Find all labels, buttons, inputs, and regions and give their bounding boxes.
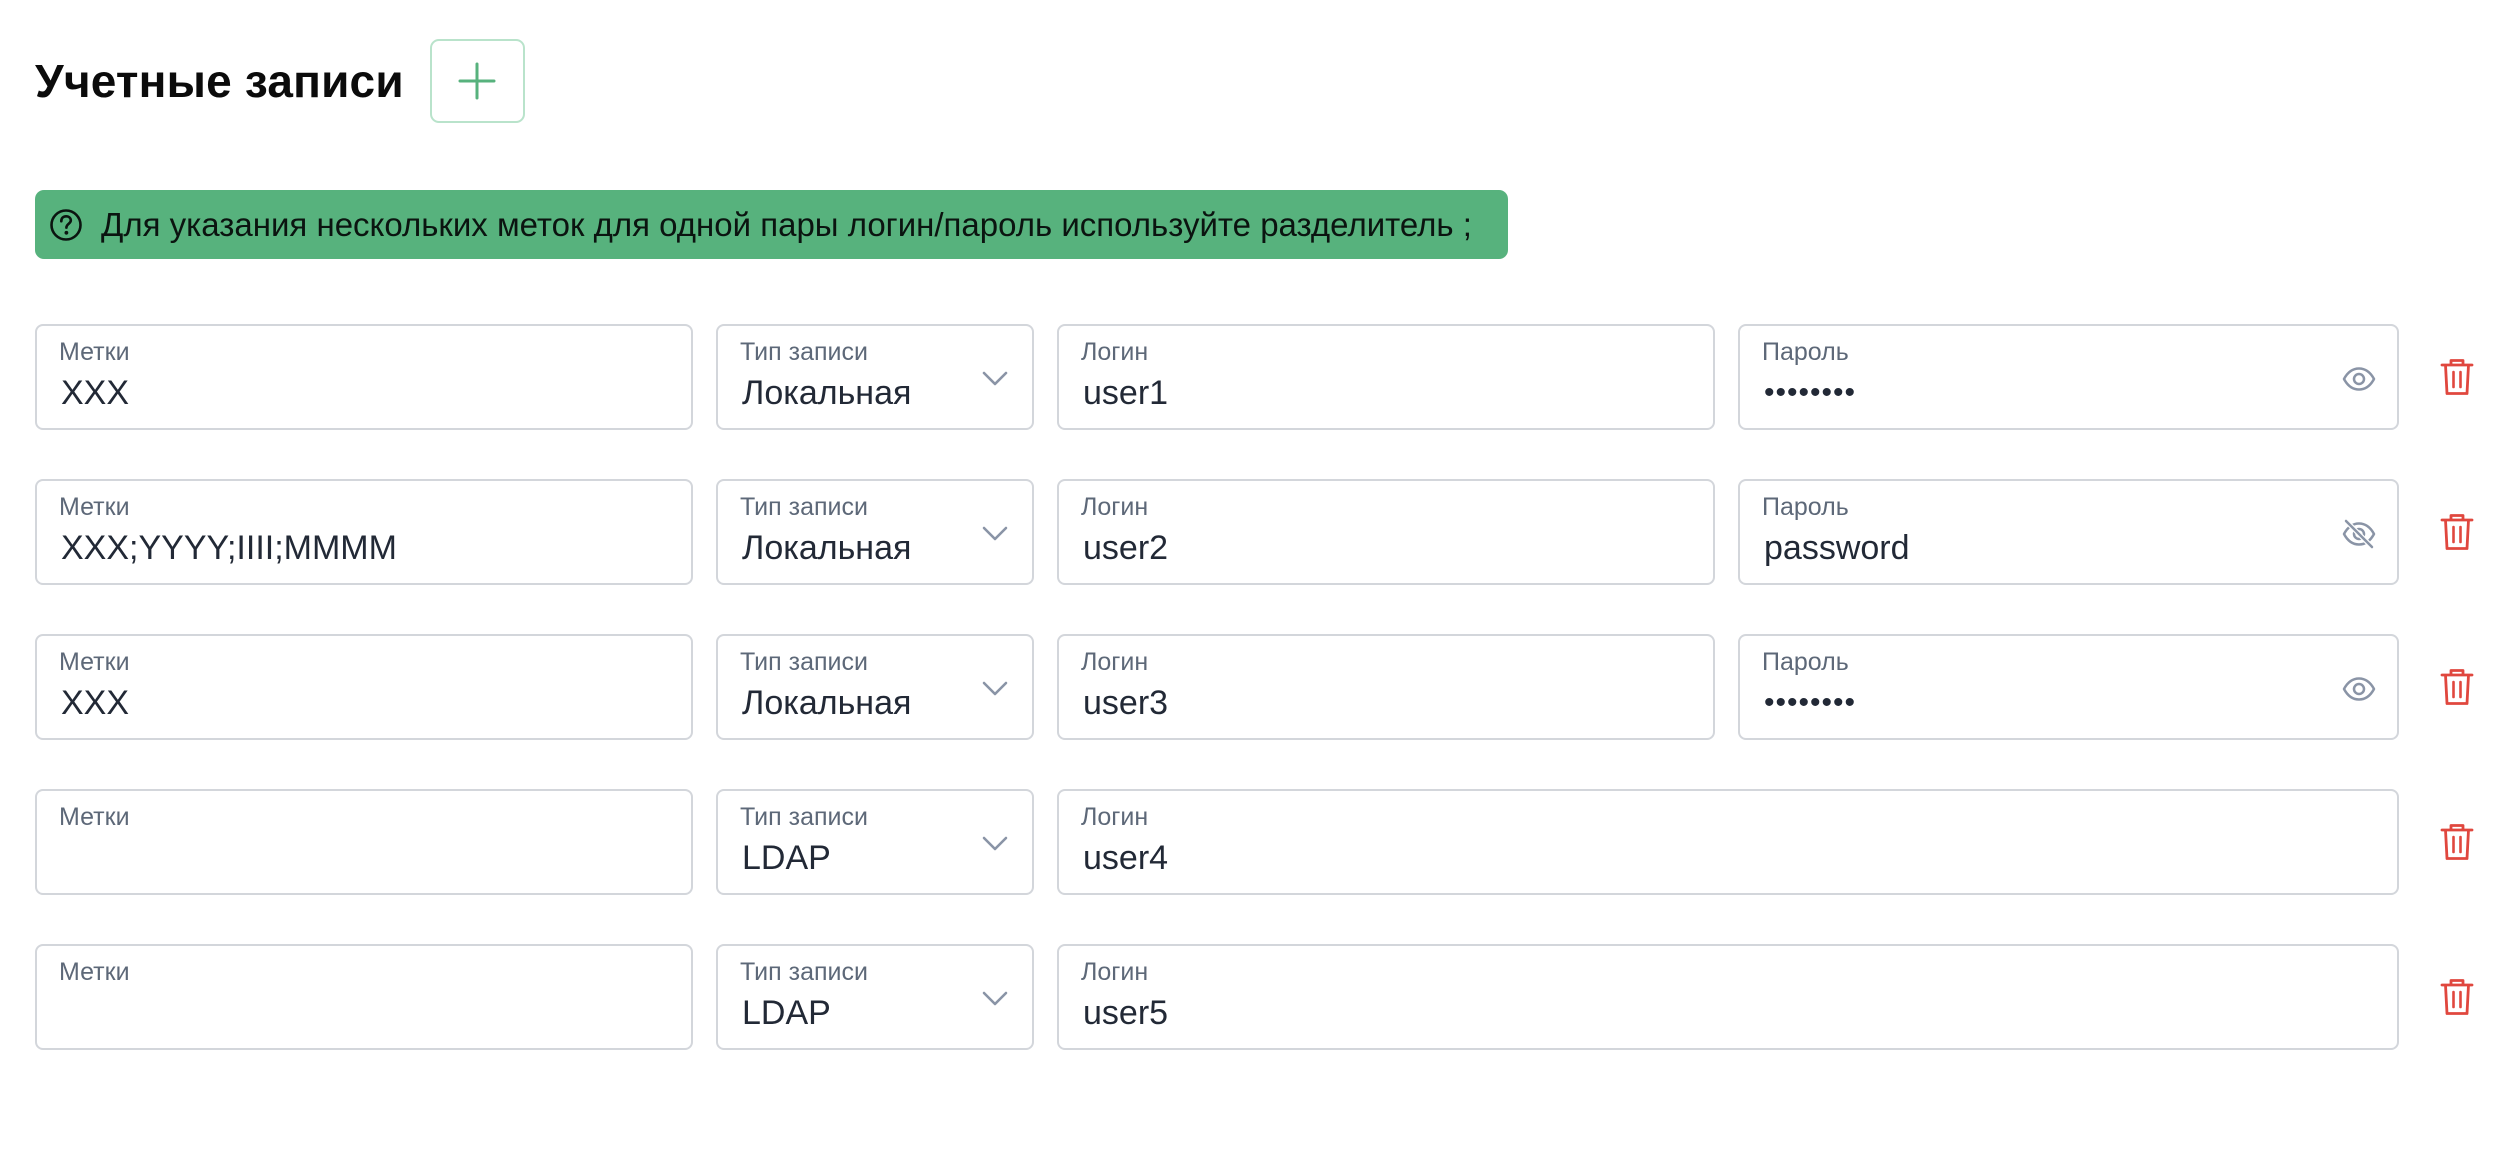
- eye-off-icon[interactable]: [2341, 516, 2377, 552]
- tags-field[interactable]: Метки: [35, 944, 693, 1050]
- password-field[interactable]: Пароль ••••••••: [1738, 324, 2399, 430]
- type-label: Тип записи: [740, 493, 868, 521]
- login-value[interactable]: user2: [1083, 529, 1168, 568]
- type-value[interactable]: Локальная: [742, 374, 911, 413]
- question-circle-icon: [50, 208, 82, 241]
- type-label: Тип записи: [740, 958, 868, 986]
- type-select[interactable]: Тип записи LDAP: [716, 944, 1034, 1050]
- password-label: Пароль: [1762, 493, 1849, 521]
- tags-field[interactable]: Метки XXX: [35, 634, 693, 740]
- tags-field[interactable]: Метки XXX;YYYY;IIII;MMMM: [35, 479, 693, 585]
- type-value[interactable]: LDAP: [742, 839, 831, 878]
- trash-icon[interactable]: [2440, 512, 2474, 552]
- type-value[interactable]: Локальная: [742, 684, 911, 723]
- type-label: Тип записи: [740, 338, 868, 366]
- login-label: Логин: [1081, 338, 1149, 366]
- login-value[interactable]: user1: [1083, 374, 1168, 413]
- type-select[interactable]: Тип записи LDAP: [716, 789, 1034, 895]
- login-field[interactable]: Логин user2: [1057, 479, 1715, 585]
- tags-value[interactable]: XXX: [61, 684, 129, 723]
- account-row: Метки XXX Тип записи Локальная Логин use…: [35, 634, 2475, 740]
- chevron-down-icon[interactable]: [980, 518, 1010, 548]
- tags-value[interactable]: XXX: [61, 374, 129, 413]
- type-select[interactable]: Тип записи Локальная: [716, 324, 1034, 430]
- type-value[interactable]: LDAP: [742, 994, 831, 1033]
- tags-field[interactable]: Метки XXX: [35, 324, 693, 430]
- trash-icon[interactable]: [2440, 822, 2474, 862]
- login-value[interactable]: user4: [1083, 839, 1168, 878]
- login-field[interactable]: Логин user3: [1057, 634, 1715, 740]
- password-value[interactable]: password: [1764, 529, 1910, 568]
- hint-banner: Для указания нескольких меток для одной …: [35, 190, 1508, 259]
- tags-label: Метки: [59, 648, 130, 676]
- type-value[interactable]: Локальная: [742, 529, 911, 568]
- login-label: Логин: [1081, 958, 1149, 986]
- chevron-down-icon[interactable]: [980, 363, 1010, 393]
- trash-icon[interactable]: [2440, 977, 2474, 1017]
- type-select[interactable]: Тип записи Локальная: [716, 479, 1034, 585]
- account-row: Метки Тип записи LDAP Логин user5: [35, 944, 2475, 1050]
- page-title: Учетные записи: [35, 55, 404, 107]
- tags-label: Метки: [59, 493, 130, 521]
- chevron-down-icon[interactable]: [980, 673, 1010, 703]
- login-value[interactable]: user3: [1083, 684, 1168, 723]
- account-row: Метки XXX Тип записи Локальная Логин use…: [35, 324, 2475, 430]
- tags-label: Метки: [59, 338, 130, 366]
- login-field[interactable]: Логин user4: [1057, 789, 2399, 895]
- login-field[interactable]: Логин user1: [1057, 324, 1715, 430]
- tags-field[interactable]: Метки: [35, 789, 693, 895]
- add-account-button[interactable]: [429, 39, 525, 123]
- chevron-down-icon[interactable]: [980, 983, 1010, 1013]
- type-label: Тип записи: [740, 803, 868, 831]
- login-label: Логин: [1081, 648, 1149, 676]
- password-field[interactable]: Пароль ••••••••: [1738, 634, 2399, 740]
- account-row: Метки Тип записи LDAP Логин user4: [35, 789, 2475, 895]
- login-field[interactable]: Логин user5: [1057, 944, 2399, 1050]
- hint-text: Для указания нескольких меток для одной …: [101, 205, 1472, 243]
- page-header: Учетные записи: [35, 39, 525, 123]
- eye-icon[interactable]: [2341, 671, 2377, 707]
- tags-label: Метки: [59, 803, 130, 831]
- login-label: Логин: [1081, 803, 1149, 831]
- account-row: Метки XXX;YYYY;IIII;MMMM Тип записи Лока…: [35, 479, 2475, 585]
- password-value[interactable]: ••••••••: [1764, 376, 1856, 410]
- trash-icon[interactable]: [2440, 357, 2474, 397]
- chevron-down-icon[interactable]: [980, 828, 1010, 858]
- trash-icon[interactable]: [2440, 667, 2474, 707]
- type-label: Тип записи: [740, 648, 868, 676]
- login-value[interactable]: user5: [1083, 994, 1168, 1033]
- login-label: Логин: [1081, 493, 1149, 521]
- tags-label: Метки: [59, 958, 130, 986]
- password-label: Пароль: [1762, 648, 1849, 676]
- eye-icon[interactable]: [2341, 361, 2377, 397]
- tags-value[interactable]: XXX;YYYY;IIII;MMMM: [61, 529, 397, 568]
- password-label: Пароль: [1762, 338, 1849, 366]
- accounts-page: Учетные записи Для указания нескольких м…: [0, 0, 2508, 1168]
- password-field[interactable]: Пароль password: [1738, 479, 2399, 585]
- password-value[interactable]: ••••••••: [1764, 686, 1856, 720]
- type-select[interactable]: Тип записи Локальная: [716, 634, 1034, 740]
- plus-icon: [458, 62, 496, 100]
